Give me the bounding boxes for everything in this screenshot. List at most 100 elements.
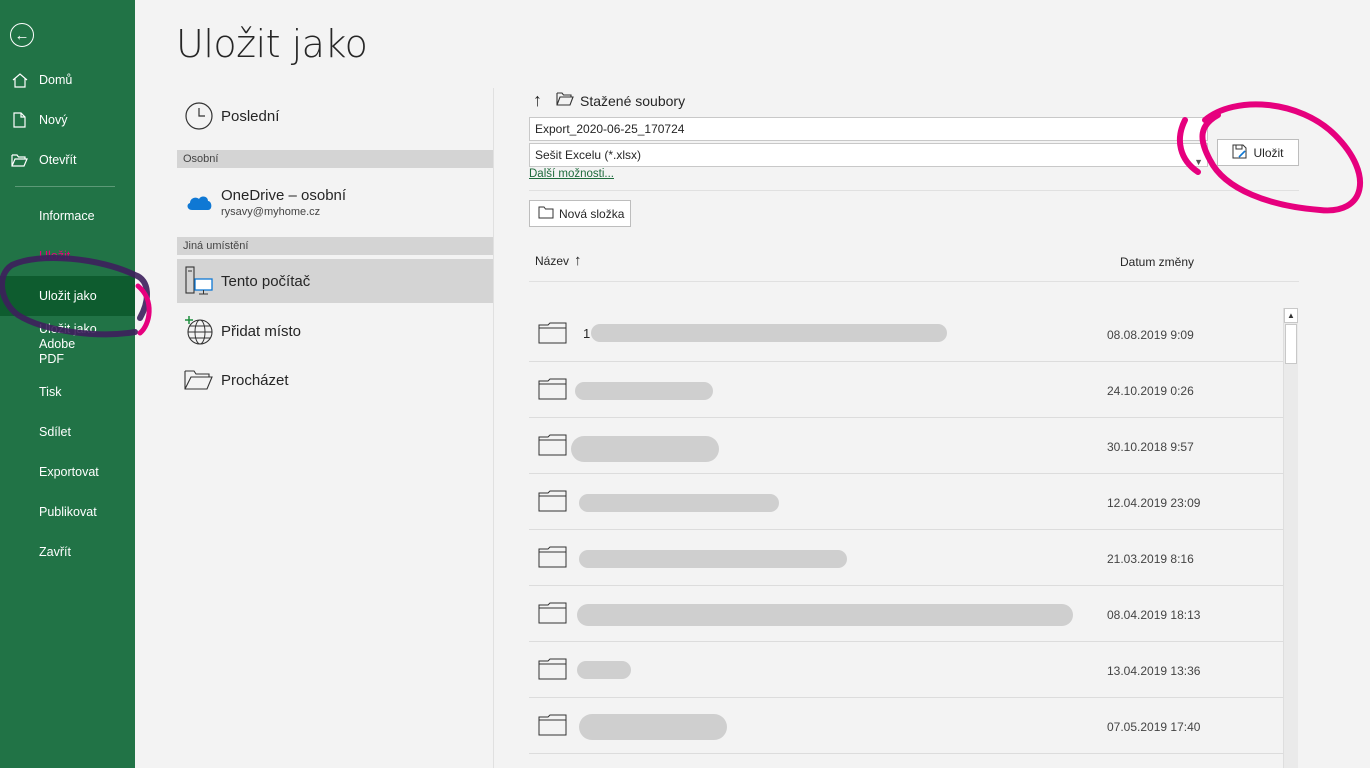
folder-icon [538,378,568,405]
backstage-sidebar: ← Domů Nový Otevřít Informace Uložit Ulo… [0,0,135,768]
file-date: 24.10.2019 0:26 [1107,384,1194,398]
file-date: 08.08.2019 9:09 [1107,328,1194,342]
pane-divider [493,88,494,768]
file-date: 08.04.2019 18:13 [1107,608,1201,622]
nav-save-label: Uložit [39,248,71,263]
nav-open[interactable]: Otevřít [0,140,135,180]
redacted-name [577,604,1073,626]
nav-home-label: Domů [39,72,73,87]
table-row[interactable]: 30.10.2018 9:57 [529,418,1283,474]
nav-share[interactable]: Sdílet [0,412,135,452]
nav-close[interactable]: Zavřít [0,532,135,572]
location-add-place-label: Přidat místo [221,322,302,340]
computer-icon [177,265,221,297]
filename-input[interactable]: Export_2020-06-25_170724 [529,117,1208,141]
nav-export-label: Exportovat [39,464,99,479]
up-arrow-icon[interactable]: ↑ [533,90,542,111]
nav-close-label: Zavřít [39,544,71,559]
table-row[interactable]: 12.04.2019 23:09 [529,474,1283,530]
redacted-name [577,661,631,679]
folder-icon [538,434,568,461]
nav-save[interactable]: Uložit [0,236,135,276]
nav-home[interactable]: Domů [0,60,135,100]
file-date: 13.04.2019 13:36 [1107,664,1201,678]
file-date: 21.03.2019 8:16 [1107,552,1194,566]
table-row[interactable]: 13.04.2019 13:36 [529,642,1283,698]
file-date: 30.10.2018 9:57 [1107,440,1194,454]
folder-icon [538,658,568,685]
folder-icon [538,714,568,741]
redacted-name [579,550,847,568]
new-folder-icon [538,206,554,222]
location-add-place[interactable]: Přidat místo [177,311,493,351]
new-document-icon [0,112,39,128]
location-browse[interactable]: Procházet [177,360,493,400]
home-icon [0,72,39,88]
column-name-label: Název [535,253,570,268]
folder-icon [538,322,568,349]
new-folder-button[interactable]: Nová složka [529,200,631,227]
chevron-down-icon: ▼ [1194,157,1203,167]
table-row[interactable]: 08.04.2019 18:13 [529,586,1283,642]
file-list-scrollbar[interactable]: ▲ [1283,308,1298,768]
sidebar-divider [15,186,115,187]
redacted-name [571,436,719,462]
file-date: 12.04.2019 23:09 [1107,496,1201,510]
file-date: 07.05.2019 17:40 [1107,720,1201,734]
browse-folder-icon [177,369,221,391]
separator [529,281,1299,282]
location-browse-label: Procházet [221,371,289,389]
personal-header: Osobní [177,150,493,168]
nav-new-label: Nový [39,112,68,127]
scroll-thumb[interactable] [1285,324,1297,364]
onedrive-email: rysavy@myhome.cz [221,205,321,218]
onedrive-name: OneDrive – osobní [221,186,347,204]
annotation-mark-sidebar [135,283,152,336]
folder-icon [538,602,568,629]
scroll-up-arrow-icon[interactable]: ▲ [1284,308,1298,323]
back-arrow-icon[interactable]: ← [10,23,34,47]
sort-ascending-icon: ↑ [574,252,582,269]
nav-save-as-pdf[interactable]: Uložit jako Adobe PDF [0,322,135,366]
other-places-header: Jiná umístění [177,237,493,255]
file-name: 1 [583,326,591,341]
folder-icon [538,490,568,517]
location-recent-label: Poslední [221,107,280,125]
folder-icon [538,546,568,573]
nav-info[interactable]: Informace [0,196,135,236]
nav-save-as[interactable]: Uložit jako [0,276,135,316]
nav-save-as-label: Uložit jako [39,288,97,303]
more-options-link[interactable]: Další možnosti... [529,168,614,180]
column-header-name[interactable]: Název ↑ [535,252,582,269]
location-this-pc[interactable]: Tento počítač [177,259,493,303]
nav-export[interactable]: Exportovat [0,452,135,492]
nav-save-as-pdf-label: Uložit jako Adobe PDF [39,321,97,366]
nav-open-label: Otevřít [39,152,77,167]
table-row[interactable]: 21.03.2019 8:16 [529,530,1283,586]
current-folder-label[interactable]: Stažené soubory [580,93,685,109]
nav-publish[interactable]: Publikovat [0,492,135,532]
nav-new[interactable]: Nový [0,100,135,140]
column-header-date[interactable]: Datum změny [1120,255,1194,269]
folder-icon [556,92,574,109]
table-row[interactable]: 1 08.08.2019 9:09 [529,306,1283,362]
redacted-name [579,494,779,512]
nav-print[interactable]: Tisk [0,372,135,412]
open-folder-icon [0,153,39,167]
filetype-select[interactable]: Sešit Excelu (*.xlsx) ▼ [529,143,1208,167]
save-button[interactable]: Uložit [1217,139,1299,166]
clock-icon [177,101,221,131]
save-disk-icon [1232,144,1247,162]
globe-add-icon [177,315,221,347]
nav-publish-label: Publikovat [39,504,97,519]
page-title: Uložit jako [176,22,368,66]
location-onedrive[interactable]: OneDrive – osobní rysavy@myhome.cz [177,180,493,224]
separator [529,190,1299,191]
save-button-label: Uložit [1253,145,1284,160]
redacted-name [579,714,727,740]
table-row[interactable]: 07.05.2019 17:40 [529,698,1283,754]
location-recent[interactable]: Poslední [177,98,493,134]
new-folder-label: Nová složka [559,206,625,221]
table-row[interactable]: 24.10.2019 0:26 [529,362,1283,418]
location-this-pc-label: Tento počítač [221,272,311,290]
